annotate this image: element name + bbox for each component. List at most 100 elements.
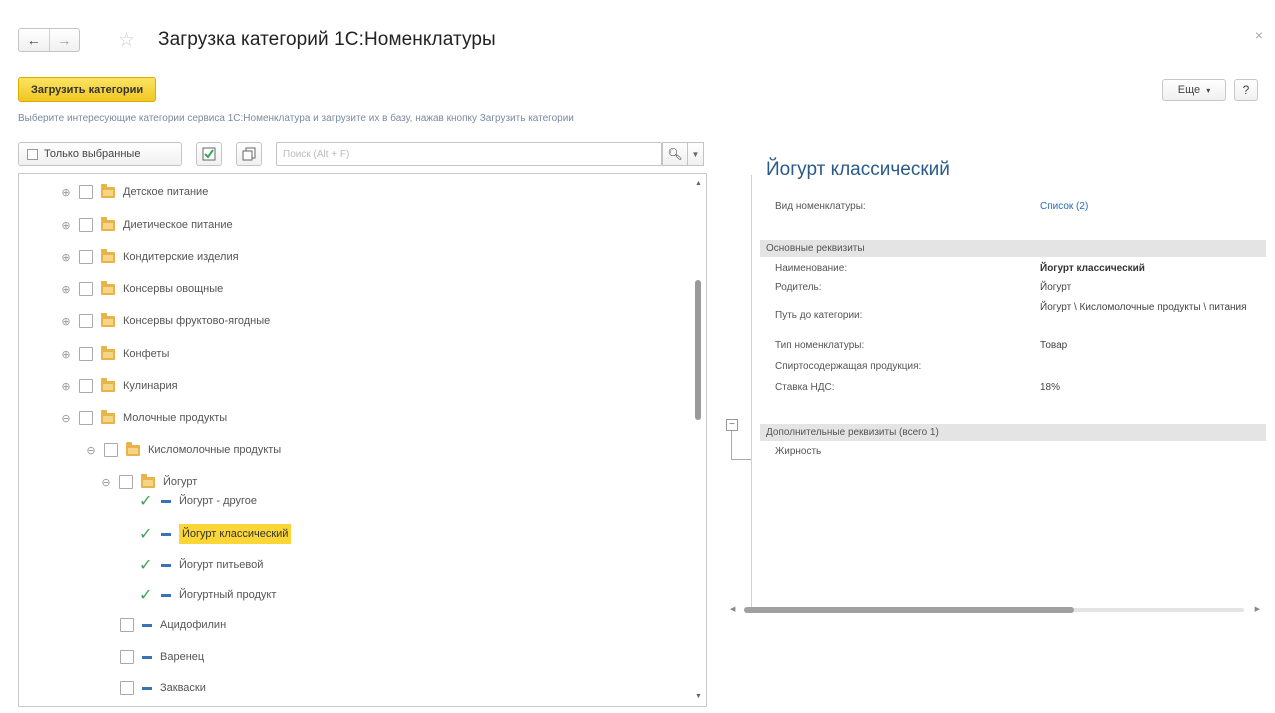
- search-dropdown-button[interactable]: ▼: [688, 142, 704, 166]
- tree-row[interactable]: Варенец: [120, 646, 204, 668]
- tree-item-label: Детское питание: [123, 186, 209, 198]
- checkbox[interactable]: [79, 314, 93, 328]
- folder-icon: [101, 409, 115, 424]
- checkbox[interactable]: [104, 443, 118, 457]
- window-header: ← → ☆ Загрузка категорий 1С:Номенклатуры…: [0, 0, 1275, 68]
- forward-button[interactable]: →: [48, 29, 80, 51]
- tree-item-label: Кондитерские изделия: [123, 251, 239, 263]
- panel-divider: [751, 175, 752, 607]
- field-value: Товар: [1040, 340, 1068, 351]
- tree-row[interactable]: ⊕ Диетическое питание: [61, 214, 233, 236]
- tree-row[interactable]: ⊕ Детское питание: [61, 181, 208, 203]
- tree-item-label: Йогурт - другое: [179, 495, 258, 507]
- tree-item-label: Йогуртный продукт: [179, 589, 277, 601]
- scroll-thumb[interactable]: [744, 607, 1074, 613]
- tree-row[interactable]: ⊕ Кондитерские изделия: [61, 246, 239, 268]
- tree-item-label: Диетическое питание: [123, 219, 233, 231]
- tree-row[interactable]: ✓ Йогурт питьевой: [139, 553, 263, 577]
- detail-horizontal-scrollbar[interactable]: ◀ ▶: [730, 604, 1260, 616]
- scroll-left-icon[interactable]: ◀: [730, 605, 735, 613]
- search-button[interactable]: 🔍︎: [662, 142, 688, 166]
- checkbox[interactable]: [79, 282, 93, 296]
- checkbox[interactable]: [120, 650, 134, 664]
- expand-icon[interactable]: ⊕: [61, 251, 71, 264]
- collapse-toggle[interactable]: −: [726, 419, 738, 431]
- expand-icon[interactable]: ⊕: [61, 348, 71, 361]
- arrow-right-icon: →: [57, 32, 72, 48]
- tree-item-label: Консервы фруктово-ягодные: [123, 315, 271, 327]
- item-icon: [161, 563, 171, 567]
- tree-row[interactable]: ✓ Йогурт - другое: [139, 489, 257, 513]
- tree-row[interactable]: ⊕ Кулинария: [61, 375, 178, 397]
- tree-row[interactable]: ⊖ Молочные продукты: [61, 407, 227, 429]
- more-label: Еще: [1177, 84, 1201, 96]
- scroll-down-icon[interactable]: ▼: [695, 693, 702, 700]
- folder-icon: [141, 473, 155, 488]
- checkbox[interactable]: [120, 618, 134, 632]
- scroll-up-icon[interactable]: ▲: [695, 180, 702, 187]
- field-value: Йогурт: [1040, 282, 1072, 293]
- field-value: Йогурт классический: [1040, 263, 1145, 274]
- expand-icon[interactable]: ⊕: [61, 380, 71, 393]
- tree-item-label: Молочные продукты: [123, 412, 228, 424]
- checkmark-icon[interactable]: ✓: [139, 524, 153, 544]
- detail-title: Йогурт классический: [766, 159, 950, 180]
- checkbox-icon: [27, 148, 38, 160]
- collapse-icon[interactable]: ⊖: [86, 444, 96, 457]
- load-categories-button[interactable]: Загрузить категории: [18, 77, 157, 102]
- back-button[interactable]: ←: [19, 29, 49, 51]
- checkmark-icon[interactable]: ✓: [139, 585, 153, 605]
- folder-icon: [101, 216, 115, 231]
- kind-link[interactable]: Список (2): [1040, 201, 1088, 212]
- check-all-button[interactable]: [196, 142, 222, 166]
- tree-row[interactable]: ⊕ Консервы фруктово-ягодные: [61, 310, 270, 332]
- folder-icon: [101, 280, 115, 295]
- checkbox[interactable]: [79, 218, 93, 232]
- scroll-thumb[interactable]: [695, 280, 701, 420]
- tree-scrollbar[interactable]: ▲ ▼: [694, 180, 702, 700]
- extra-section-header: Дополнительные реквизиты (всего 1): [760, 424, 1266, 441]
- only-selected-button[interactable]: Только выбранные: [18, 142, 182, 166]
- tree-row[interactable]: Закваски: [120, 677, 206, 699]
- expand-icon[interactable]: ⊕: [61, 315, 71, 328]
- tree-item-label: Кисломолочные продукты: [148, 444, 282, 456]
- collapse-icon[interactable]: ⊖: [101, 476, 111, 489]
- more-button[interactable]: Еще ▾: [1162, 79, 1226, 101]
- tree-row[interactable]: Ацидофилин: [120, 614, 226, 636]
- chevron-down-icon: ▾: [1206, 85, 1211, 95]
- help-button[interactable]: ?: [1234, 79, 1258, 101]
- checkbox[interactable]: [119, 475, 133, 489]
- item-icon: [142, 686, 152, 690]
- expand-icon[interactable]: ⊕: [61, 283, 71, 296]
- checkbox[interactable]: [79, 347, 93, 361]
- item-icon: [161, 593, 171, 597]
- checkbox[interactable]: [79, 411, 93, 425]
- connector-line: [731, 459, 751, 460]
- uncheck-all-button[interactable]: [236, 142, 262, 166]
- search-icon: 🔍︎: [667, 147, 683, 161]
- expand-icon[interactable]: ⊕: [61, 219, 71, 232]
- checkbox[interactable]: [120, 681, 134, 695]
- check-all-icon: [202, 147, 216, 161]
- checkbox[interactable]: [79, 250, 93, 264]
- checkmark-icon[interactable]: ✓: [139, 555, 153, 575]
- tree-row[interactable]: ⊕ Конфеты: [61, 343, 169, 365]
- connector-line: [731, 431, 732, 459]
- checkmark-icon[interactable]: ✓: [139, 491, 153, 511]
- search-input[interactable]: Поиск (Alt + F): [276, 142, 662, 166]
- checkbox[interactable]: [79, 379, 93, 393]
- folder-icon: [126, 441, 140, 456]
- field-label: Тип номенклатуры:: [775, 340, 865, 351]
- checkbox[interactable]: [79, 185, 93, 199]
- tree-row-selected[interactable]: ✓ Йогурт классический: [139, 520, 292, 548]
- kind-label: Вид номенклатуры:: [775, 201, 866, 212]
- tree-row[interactable]: ⊕ Консервы овощные: [61, 278, 223, 300]
- star-icon[interactable]: ☆: [118, 29, 135, 52]
- scroll-right-icon[interactable]: ▶: [1255, 605, 1260, 613]
- tree-row[interactable]: ✓ Йогуртный продукт: [139, 583, 276, 607]
- category-tree[interactable]: ⊕ Детское питание ⊕ Диетическое питание …: [18, 173, 707, 707]
- tree-row[interactable]: ⊖ Кисломолочные продукты: [86, 439, 281, 461]
- close-icon[interactable]: ×: [1255, 27, 1263, 43]
- expand-icon[interactable]: ⊕: [61, 186, 71, 199]
- collapse-icon[interactable]: ⊖: [61, 412, 71, 425]
